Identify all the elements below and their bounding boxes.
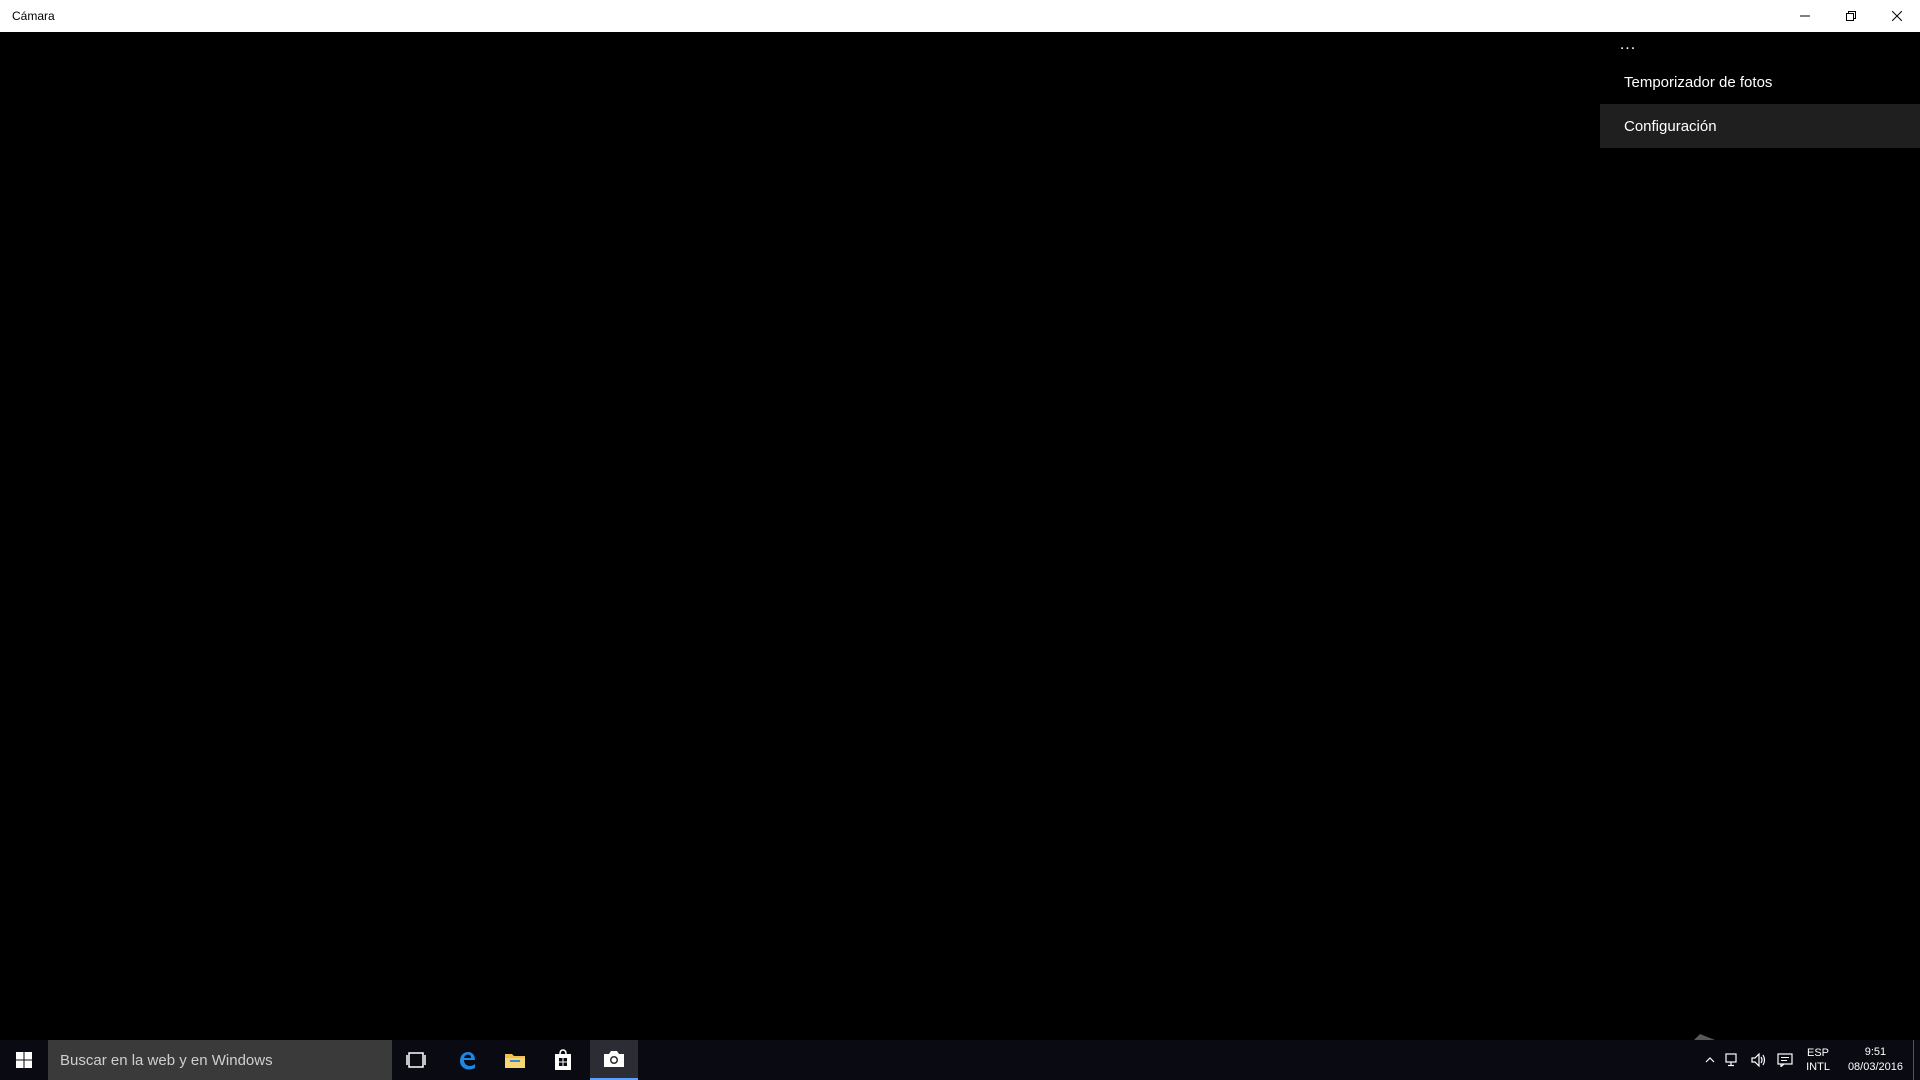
restore-button[interactable] [1828,0,1874,32]
input-language-button[interactable]: ESP INTL [1798,1040,1838,1080]
show-hidden-icons-button[interactable] [1700,1040,1720,1080]
clock-date: 08/03/2016 [1847,1061,1903,1073]
window-controls [1782,0,1920,32]
windows-logo-icon [16,1052,32,1068]
notification-icon [1777,1053,1793,1067]
restore-icon [1846,11,1856,21]
menu-item-settings[interactable]: Configuración [1600,104,1920,148]
camera-icon [604,1051,624,1067]
menu-item-photo-timer[interactable]: Temporizador de fotos [1600,60,1920,104]
chevron-up-icon [1705,1057,1715,1063]
keyboard-layout: INTL [1806,1061,1830,1073]
task-view-icon [406,1052,426,1068]
camera-app-button[interactable] [590,1040,638,1080]
taskbar: Buscar en la web y en Windows ESP INTL 9… [0,1040,1920,1080]
store-icon [555,1049,571,1070]
clock-button[interactable]: 9:51 08/03/2016 [1838,1040,1913,1080]
more-options-button[interactable]: ... [1604,32,1652,58]
network-button[interactable] [1720,1040,1746,1080]
close-button[interactable] [1874,0,1920,32]
minimize-icon [1800,15,1810,17]
store-button[interactable] [539,1040,587,1080]
window-title: Cámara [12,9,55,23]
file-explorer-button[interactable] [491,1040,539,1080]
minimize-button[interactable] [1782,0,1828,32]
system-tray: ESP INTL 9:51 08/03/2016 [1700,1040,1920,1080]
volume-icon [1751,1053,1766,1067]
edge-button[interactable] [443,1040,491,1080]
clock-time: 9:51 [1864,1046,1887,1058]
folder-icon [505,1054,525,1068]
camera-viewport [0,32,1920,1040]
search-box[interactable]: Buscar en la web y en Windows [48,1040,392,1080]
action-center-button[interactable] [1772,1040,1798,1080]
language-code: ESP [1807,1047,1830,1059]
network-icon [1725,1053,1737,1067]
start-button[interactable] [0,1040,48,1080]
task-view-button[interactable] [392,1040,440,1080]
show-desktop-button[interactable] [1913,1040,1920,1080]
volume-button[interactable] [1746,1040,1772,1080]
search-placeholder: Buscar en la web y en Windows [60,1051,273,1069]
more-options-menu: Temporizador de fotos Configuración [1600,60,1920,148]
close-icon [1892,11,1902,21]
edge-icon [460,1052,475,1070]
title-bar: Cámara [0,0,1920,32]
